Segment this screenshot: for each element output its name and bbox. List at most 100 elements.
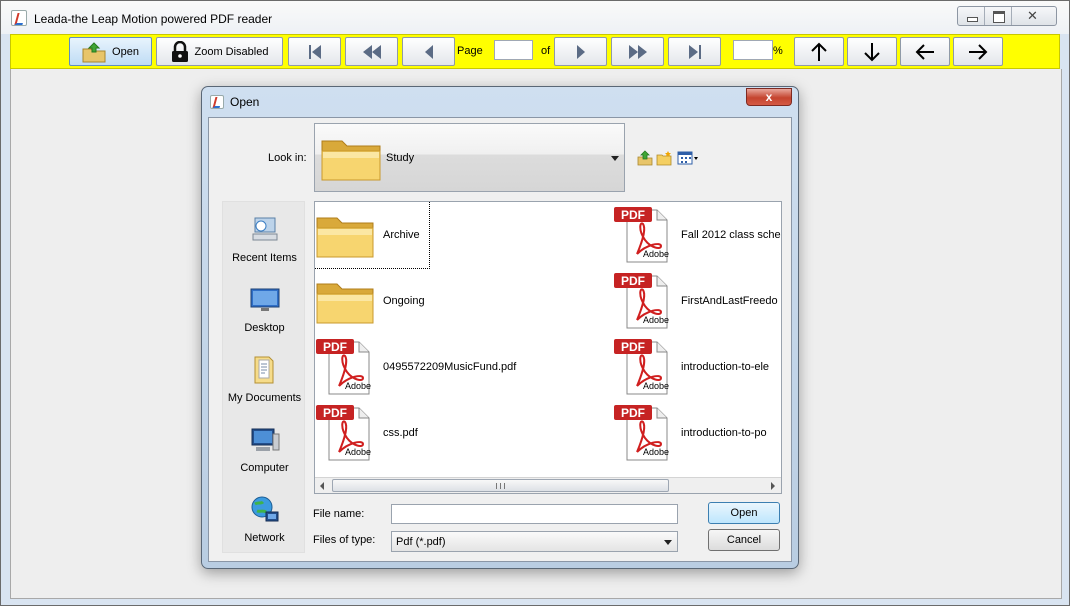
window-title: Leada-the Leap Motion powered PDF reader [34, 12, 273, 26]
open-folder-icon [82, 41, 106, 62]
file-type-label: Files of type: [313, 534, 376, 546]
fast-forward-icon [628, 44, 647, 59]
java-app-icon [11, 10, 27, 26]
dialog-cancel-button[interactable]: Cancel [708, 529, 780, 551]
file-name: Fall 2012 class sche [681, 229, 781, 241]
arrow-right-icon [969, 43, 988, 60]
desktop-icon [250, 288, 279, 311]
zoom-toggle-label: Zoom Disabled [194, 45, 269, 58]
file-name: introduction-to-po [681, 427, 767, 439]
place-recent-items[interactable]: Recent Items [223, 214, 306, 264]
place-label: My Documents [227, 392, 302, 404]
file-type-select[interactable]: Pdf (*.pdf) [391, 531, 678, 552]
pdf-icon: PDF Adobe [613, 272, 673, 330]
arrow-down-icon [864, 42, 880, 61]
open-button[interactable]: Open [69, 37, 152, 66]
adobe-label: Adobe [643, 447, 670, 457]
title-bar: Leada-the Leap Motion powered PDF reader [1, 1, 1069, 34]
zoom-toggle-button[interactable]: Zoom Disabled [156, 37, 283, 66]
file-name: FirstAndLastFreedo [681, 295, 778, 307]
zoom-percent-input[interactable] [733, 40, 773, 60]
place-computer[interactable]: Computer [223, 424, 306, 474]
computer-icon [251, 428, 279, 451]
arrow-left-icon [915, 43, 934, 60]
adobe-label: Adobe [345, 447, 372, 457]
previous-page-button[interactable] [402, 37, 455, 66]
folder-icon [316, 217, 374, 258]
fast-forward-button[interactable] [611, 37, 664, 66]
chevron-down-icon [611, 156, 619, 161]
place-label: Desktop [244, 322, 285, 334]
last-page-button[interactable] [668, 37, 721, 66]
file-name: css.pdf [383, 427, 418, 439]
adobe-label: Adobe [643, 315, 670, 325]
dialog-java-icon [210, 95, 224, 109]
scroll-up-button[interactable] [794, 37, 844, 66]
pdf-icon: PDF Adobe [315, 338, 375, 396]
list-item-fall-2012[interactable]: PDF Adobe Fall 2012 class sche [613, 202, 781, 268]
list-item-first-and-last[interactable]: PDF Adobe FirstAndLastFreedo [613, 268, 778, 334]
open-file-dialog: Open x Look in: Study Recent Items Deskt… [201, 86, 799, 569]
place-my-documents[interactable]: My Documents [223, 354, 306, 404]
place-network[interactable]: Network [223, 494, 306, 544]
close-button[interactable] [1012, 7, 1056, 25]
dialog-close-button[interactable]: x [746, 88, 792, 106]
scroll-left-button[interactable] [900, 37, 950, 66]
grip-icon [496, 483, 505, 489]
pdf-badge-text: PDF [621, 340, 645, 354]
lock-icon [171, 40, 188, 62]
list-item-ongoing[interactable]: Ongoing [315, 268, 425, 334]
network-icon [251, 496, 278, 522]
fast-back-button[interactable] [345, 37, 398, 66]
scroll-left-arrow-icon[interactable] [320, 482, 324, 490]
dialog-body: Look in: Study Recent Items Desktop My D… [208, 117, 792, 562]
file-name: Ongoing [383, 295, 425, 307]
scroll-right-button[interactable] [953, 37, 1003, 66]
open-button-label: Open [112, 45, 139, 58]
first-page-button[interactable] [288, 37, 341, 66]
look-in-value: Study [386, 152, 415, 164]
minimize-button[interactable] [958, 7, 985, 25]
pdf-badge-text: PDF [323, 406, 347, 420]
dialog-open-button[interactable]: Open [708, 502, 780, 524]
rewind-icon [362, 44, 381, 59]
pdf-icon: PDF Adobe [315, 404, 375, 462]
place-label: Network [244, 532, 285, 544]
pdf-icon: PDF Adobe [613, 404, 673, 462]
file-type-value: Pdf (*.pdf) [396, 536, 446, 548]
look-in-combo[interactable]: Study [314, 123, 625, 192]
place-desktop[interactable]: Desktop [223, 284, 306, 334]
maximize-button[interactable] [985, 7, 1012, 25]
up-one-level-icon[interactable] [637, 150, 653, 166]
scrollbar-thumb[interactable] [332, 479, 669, 492]
new-folder-icon[interactable] [656, 150, 672, 166]
previous-icon [424, 44, 433, 59]
dialog-title: Open [230, 95, 260, 109]
file-name-input[interactable] [391, 504, 678, 524]
horizontal-scrollbar[interactable] [315, 477, 781, 493]
view-menu-icon[interactable] [677, 150, 699, 166]
pdf-badge-text: PDF [323, 340, 347, 354]
window-controls [957, 6, 1057, 26]
pdf-icon: PDF Adobe [613, 338, 673, 396]
places-bar: Recent Items Desktop My Documents Comput… [222, 201, 305, 553]
scroll-down-button[interactable] [847, 37, 897, 66]
file-name-label: File name: [313, 508, 365, 520]
adobe-label: Adobe [345, 381, 372, 391]
list-item-music-fund[interactable]: PDF Adobe 0495572209MusicFund.pdf [315, 334, 516, 400]
place-label: Recent Items [232, 252, 297, 264]
pdf-icon: PDF Adobe [613, 206, 673, 264]
last-page-icon [688, 44, 701, 59]
pdf-badge-text: PDF [621, 274, 645, 288]
list-item-css[interactable]: PDF Adobe css.pdf [315, 400, 418, 466]
look-in-label: Look in: [268, 152, 307, 164]
scroll-right-arrow-icon[interactable] [771, 482, 775, 490]
folder-icon [321, 140, 381, 181]
page-number-input[interactable] [494, 40, 533, 60]
list-item-intro-po[interactable]: PDF Adobe introduction-to-po [613, 400, 767, 466]
list-item-intro-ele[interactable]: PDF Adobe introduction-to-ele [613, 334, 769, 400]
list-item-archive[interactable]: Archive [315, 202, 430, 269]
file-list[interactable]: Archive Ongoing PDF Adobe 0495572209Music… [314, 201, 782, 494]
toolbar: Open Zoom Disabled Page of % [10, 34, 1060, 69]
next-page-button[interactable] [554, 37, 607, 66]
